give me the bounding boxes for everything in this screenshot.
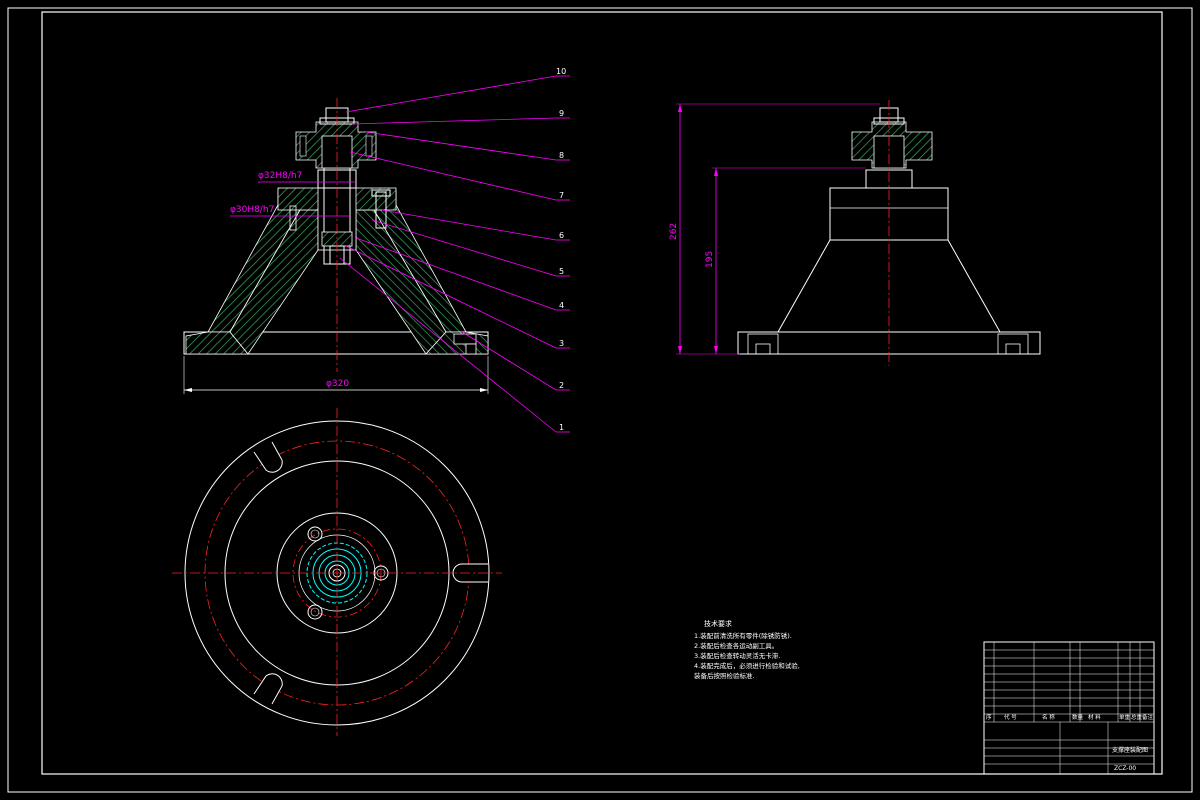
callout-9: 9 xyxy=(559,109,564,118)
overall-height-label: 262 xyxy=(669,223,679,240)
cad-drawing: φ32H8/h7 φ30H8/h7 φ320 10 9 8 7 6 5 4 3 … xyxy=(7,7,1193,793)
callout-6: 6 xyxy=(559,231,564,240)
callout-8: 8 xyxy=(559,151,564,160)
side-dimensions: 262 195 xyxy=(669,103,880,355)
callout-1: 1 xyxy=(559,423,564,432)
bom-header-seq: 序 xyxy=(986,713,992,721)
callout-numbers: 10 9 8 7 6 5 4 3 2 1 xyxy=(556,67,566,432)
callout-10: 10 xyxy=(556,67,566,76)
bom-header-name: 名 称 xyxy=(1042,713,1055,721)
fit-upper-label: φ32H8/h7 xyxy=(258,171,302,181)
callout-4: 4 xyxy=(559,301,564,310)
fit-lower-label: φ30H8/h7 xyxy=(230,205,274,215)
callout-7: 7 xyxy=(559,191,564,200)
tech-note-3: 3.装配后检查转动灵活无卡滞. xyxy=(694,651,780,660)
tech-note-1: 1.装配前清洗所有零件(除锈防锈). xyxy=(694,631,792,640)
outer-frame xyxy=(7,7,1193,793)
bom-header-qty: 数量 xyxy=(1072,713,1084,721)
drawing-number: ZCZ-00 xyxy=(1114,765,1136,772)
tech-note-5: 装备后按照检验标准. xyxy=(694,671,755,680)
drawing-name: 支撑座装配图 xyxy=(1112,746,1148,754)
tech-note-4: 4.装配完成后，必须进行检验和试验, xyxy=(694,661,800,670)
bom-header-remark: 备注 xyxy=(1142,713,1154,721)
bom-header-unit-weight: 单重 xyxy=(1119,713,1131,721)
bom-header-code: 代 号 xyxy=(1004,713,1017,721)
base-diameter-label: φ320 xyxy=(326,379,349,389)
callout-3: 3 xyxy=(559,339,564,348)
tech-notes-title: 技术要求 xyxy=(704,619,732,628)
technical-notes: 技术要求 1.装配前清洗所有零件(除锈防锈). 2.装配后检查各运动副工具。 3… xyxy=(694,619,800,680)
bom-header-material: 材 料 xyxy=(1088,713,1101,721)
front-section-view xyxy=(183,98,489,372)
callout-2: 2 xyxy=(559,381,564,390)
bom-header-total-weight: 总重 xyxy=(1131,713,1143,721)
title-block: 序 代 号 名 称 数量 材 料 单重 总重 备注 支撑座装配图 ZCZ-00 xyxy=(983,641,1155,775)
side-view xyxy=(737,100,1041,366)
callout-5: 5 xyxy=(559,267,564,276)
cone-height-label: 195 xyxy=(705,251,715,268)
tech-note-2: 2.装配后检查各运动副工具。 xyxy=(694,641,778,650)
top-view xyxy=(172,408,502,736)
